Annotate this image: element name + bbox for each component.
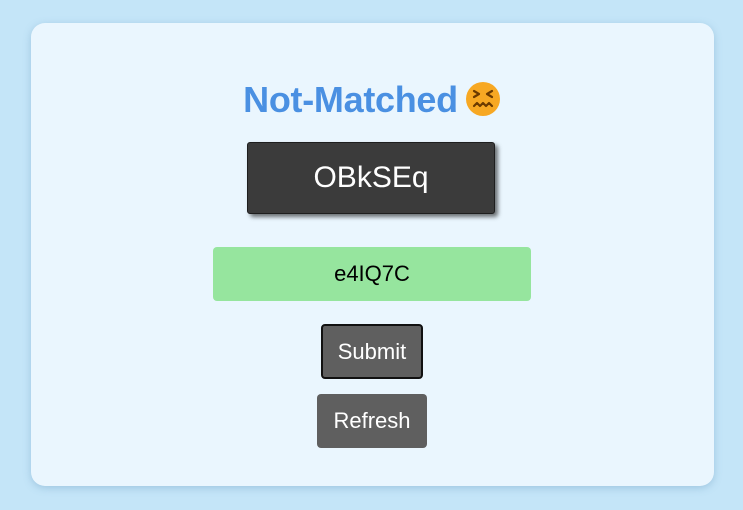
captcha-card: Not-Matched OBkSEq Submit Refresh [31,23,714,486]
submit-button[interactable]: Submit [321,324,423,379]
status-title: Not-Matched [243,79,458,120]
confounded-face-icon [465,82,500,116]
refresh-button[interactable]: Refresh [317,394,427,448]
status-header: Not-Matched [31,79,714,121]
captcha-answer-input[interactable] [213,247,531,301]
captcha-text-display: OBkSEq [247,142,495,214]
